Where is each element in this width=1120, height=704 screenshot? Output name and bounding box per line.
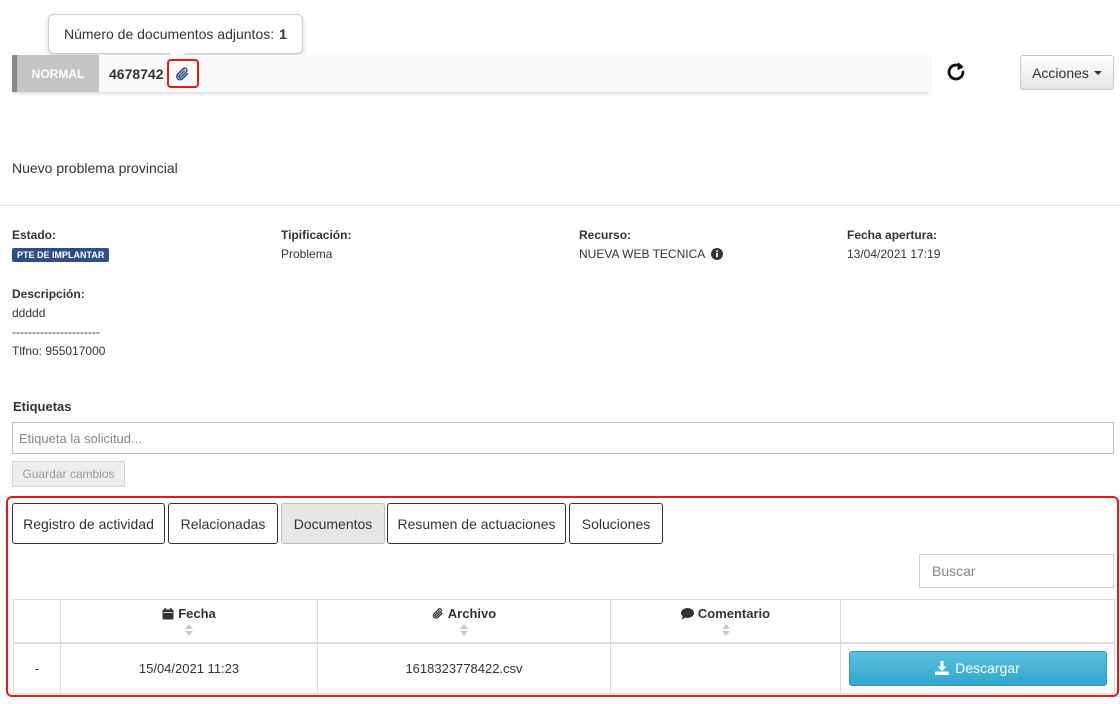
col-archivo[interactable]: Archivo	[317, 599, 611, 644]
col-comentario-label: Comentario	[697, 606, 771, 621]
ticket-number: 4678742	[109, 65, 164, 82]
recurso-value: NUEVA WEB TECNICA	[579, 247, 705, 261]
description-block: Descripción: ddddd ---------------------…	[12, 285, 105, 361]
sort-icon	[460, 624, 468, 636]
tipificacion-value: Problema	[281, 247, 333, 261]
col-fecha[interactable]: Fecha	[60, 599, 318, 644]
attachments-indicator[interactable]	[166, 59, 199, 88]
description-line: ----------------------	[12, 325, 100, 339]
col-archivo-label: Archivo	[447, 606, 497, 621]
field-tipificacion: Tipificación: Problema	[281, 228, 351, 261]
sort-icon	[721, 624, 730, 636]
refresh-icon[interactable]	[944, 60, 968, 84]
tooltip-text: Número de documentos adjuntos:	[64, 26, 275, 42]
tab-registro-actividad[interactable]: Registro de actividad	[12, 503, 165, 544]
download-icon	[935, 661, 950, 676]
descripcion-label: Descripción:	[12, 287, 85, 301]
recurso-label: Recurso:	[579, 228, 632, 242]
tab-resumen-actuaciones[interactable]: Resumen de actuaciones	[387, 503, 566, 544]
tooltip-count: 1	[279, 26, 287, 42]
tab-relacionadas[interactable]: Relacionadas	[168, 503, 278, 544]
col-comentario[interactable]: Comentario	[610, 599, 841, 644]
tipificacion-label: Tipificación:	[281, 228, 352, 242]
actions-label: Acciones	[1032, 64, 1089, 81]
estado-label: Estado:	[12, 228, 57, 242]
divider	[0, 205, 1120, 206]
documents-search-input[interactable]	[919, 554, 1114, 588]
cell-comentario	[610, 642, 841, 694]
tab-documentos[interactable]: Documentos	[281, 503, 385, 544]
calendar-icon	[162, 607, 174, 619]
documents-table: Fecha Archivo Comentario - 15/04/2021 11…	[13, 599, 1115, 694]
tags-title: Etiquetas	[13, 399, 72, 414]
col-index	[13, 599, 61, 644]
paperclip-icon	[176, 66, 189, 80]
field-estado: Estado: PTE DE IMPLANTAR	[12, 228, 110, 262]
status-badge: PTE DE IMPLANTAR	[12, 248, 110, 262]
actions-button[interactable]: Acciones	[1020, 55, 1114, 90]
table-header-row: Fecha Archivo Comentario	[13, 599, 1115, 644]
ticket-header-bar: NORMAL 4678742	[12, 55, 930, 92]
fecha-apertura-label: Fecha apertura:	[847, 228, 938, 242]
cell-archivo: 1618323778422.csv	[317, 642, 611, 694]
col-fecha-label: Fecha	[178, 606, 216, 621]
tags-input[interactable]	[12, 422, 1114, 454]
download-label: Descargar	[955, 660, 1020, 677]
paperclip-icon	[432, 608, 443, 619]
cell-index: -	[13, 642, 61, 694]
save-changes-button[interactable]: Guardar cambios	[12, 461, 125, 487]
field-fecha-apertura: Fecha apertura: 13/04/2021 17:19	[847, 228, 940, 261]
field-recurso: Recurso: NUEVA WEB TECNICA	[579, 228, 723, 261]
col-actions	[840, 599, 1115, 644]
comment-icon	[680, 607, 694, 619]
sort-icon	[185, 624, 193, 636]
fecha-apertura-value: 13/04/2021 17:19	[847, 247, 941, 261]
table-row: - 15/04/2021 11:23 1618323778422.csv Des…	[13, 642, 1115, 694]
ticket-subject: Nuevo problema provincial	[12, 160, 178, 176]
caret-down-icon	[1093, 70, 1102, 75]
attachments-tooltip: Número de documentos adjuntos: 1	[48, 14, 303, 54]
tab-soluciones[interactable]: Soluciones	[569, 503, 663, 544]
cell-fecha: 15/04/2021 11:23	[60, 642, 318, 694]
cell-actions: Descargar	[840, 642, 1115, 694]
download-button[interactable]: Descargar	[848, 650, 1107, 686]
description-line: Tlfno: 955017000	[12, 344, 106, 358]
description-line: ddddd	[12, 306, 46, 320]
priority-label: NORMAL	[12, 55, 99, 92]
info-icon[interactable]	[710, 248, 723, 260]
